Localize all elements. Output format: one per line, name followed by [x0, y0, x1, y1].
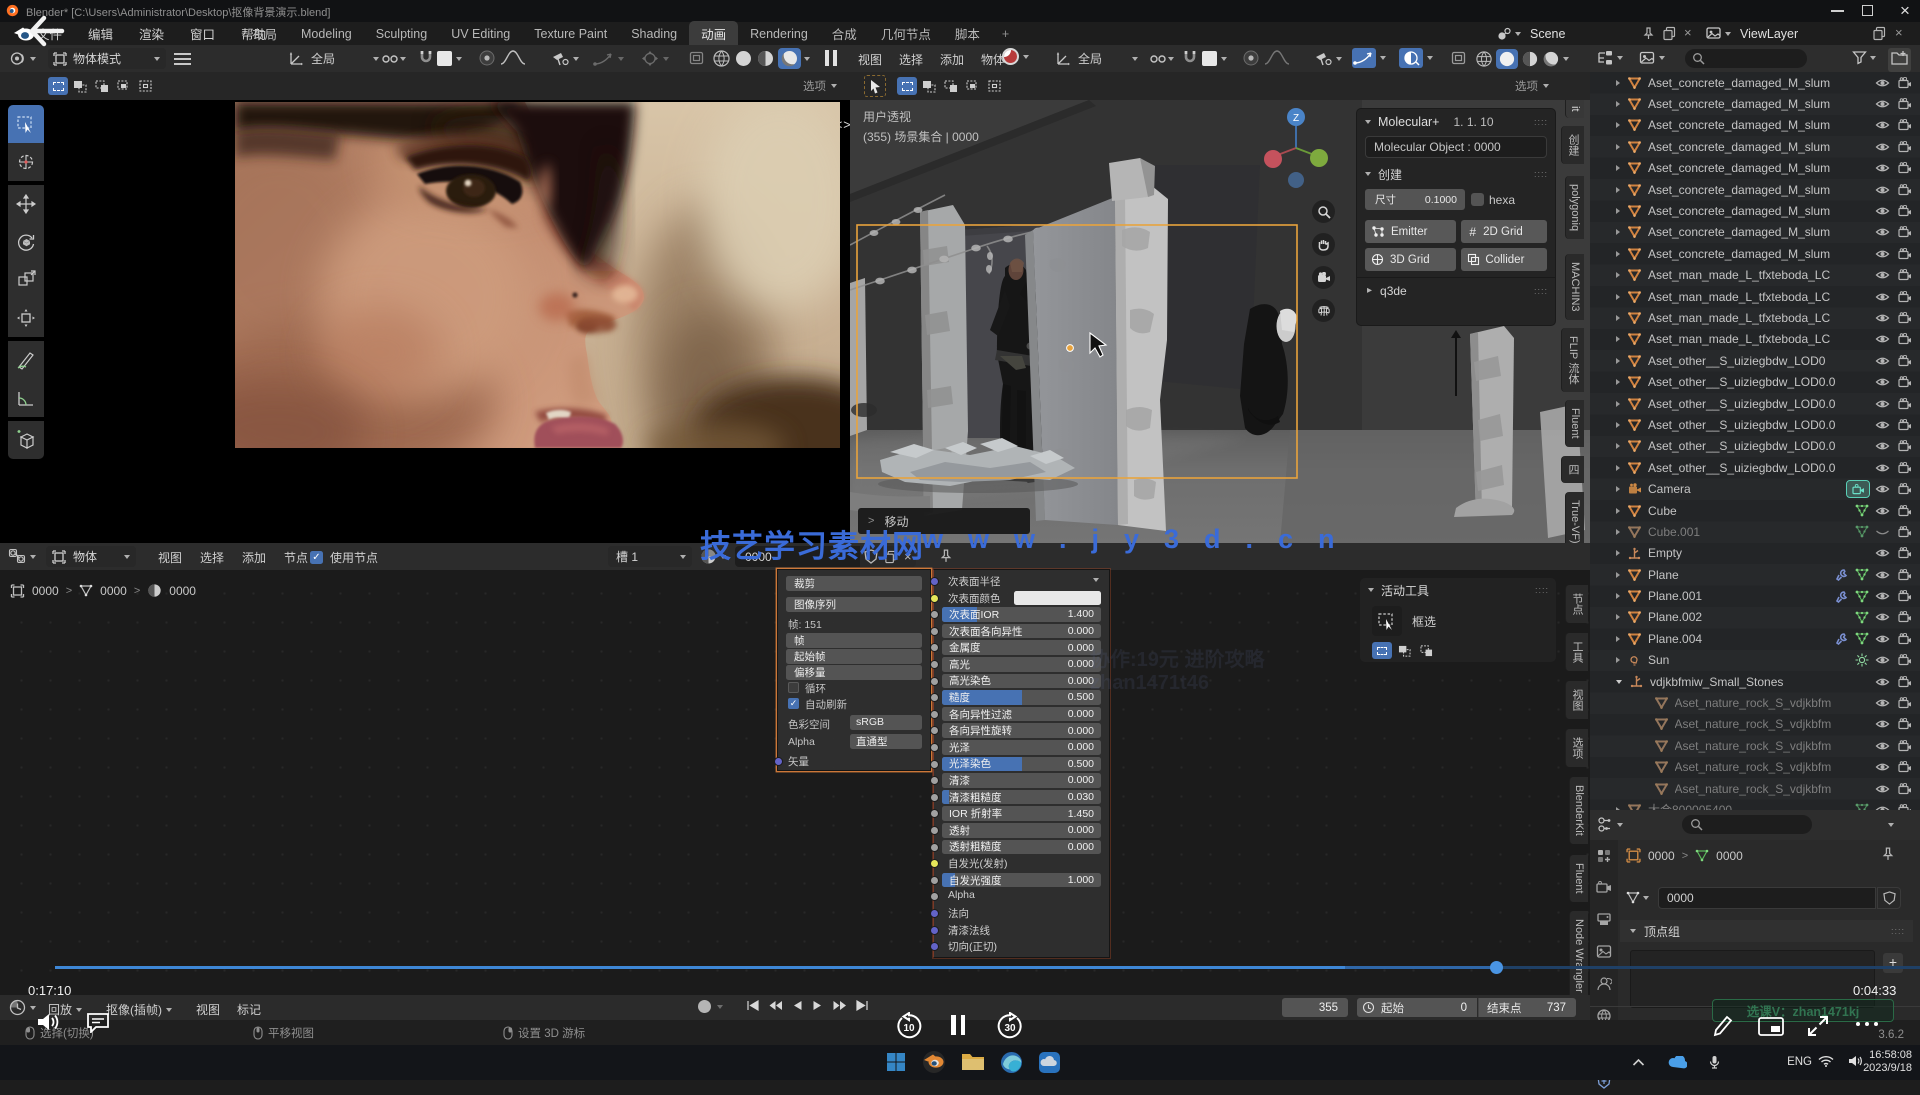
svg-text:Z: Z — [1293, 113, 1299, 124]
